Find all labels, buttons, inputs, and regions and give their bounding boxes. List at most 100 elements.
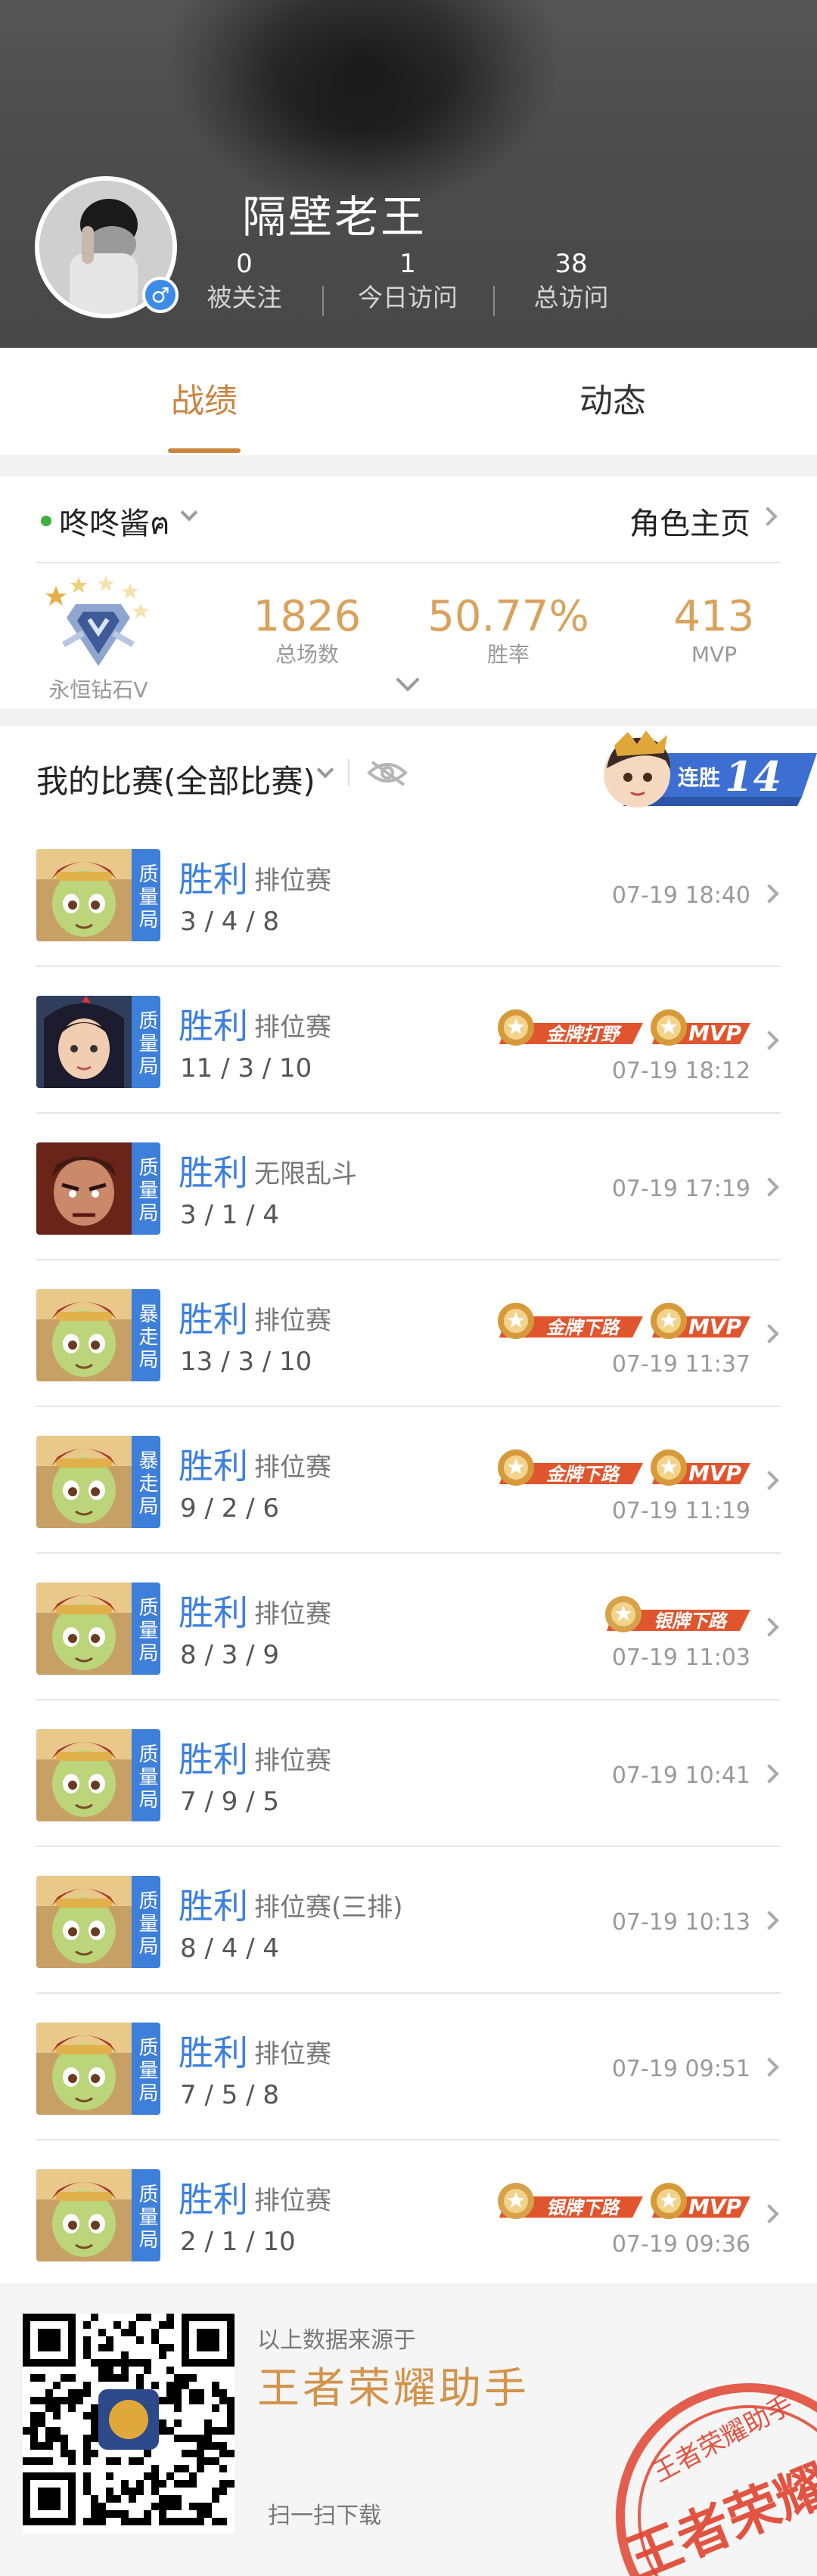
hero-portrait: 质量局 [36, 849, 160, 941]
badge-label: MVP [688, 2194, 742, 2219]
hide-eye-icon[interactable] [366, 758, 408, 788]
match-row[interactable]: 暴走局 胜利 排位赛 13 / 3 / 10 07-19 11:37 MVP 金牌下路 [36, 1260, 781, 1407]
match-result: 胜利 [179, 1592, 248, 1633]
position-medal-badge: 金牌下路 [492, 1446, 643, 1490]
tab-feed[interactable]: 动态 [408, 348, 817, 455]
match-time: 07-19 11:03 [611, 1644, 750, 1671]
active-tab-indicator [168, 448, 241, 453]
match-kda: 2 / 1 / 10 [180, 2227, 296, 2257]
hero-portrait: 质量局 [36, 1729, 160, 1821]
match-mode: 无限乱斗 [254, 1159, 357, 1189]
match-row[interactable]: 质量局 胜利 排位赛 7 / 5 / 8 07-19 09:51 [36, 1994, 781, 2140]
badge-label: 金牌打野 [546, 1024, 623, 1045]
match-quality-tag: 质量局 [132, 1582, 160, 1675]
stat-today-visits[interactable]: 1 今日访问 [328, 248, 487, 316]
stat-label: 今日访问 [358, 283, 458, 312]
hero-portrait: 暴走局 [36, 1289, 160, 1381]
match-mode: 排位赛 [254, 1746, 331, 1776]
match-mode: 排位赛 [254, 2039, 331, 2069]
badge-label: 银牌下路 [546, 2197, 621, 2218]
match-kda: 3 / 1 / 4 [180, 1200, 280, 1230]
stat-divider [322, 286, 324, 316]
chevron-right-icon[interactable] [760, 1031, 779, 1050]
match-filter-selector[interactable]: 我的比赛(全部比赛) [36, 756, 315, 802]
match-row[interactable]: 质量局 胜利 排位赛(三排) 8 / 4 / 4 07-19 10:13 [36, 1847, 781, 1994]
chevron-right-icon[interactable] [758, 507, 778, 526]
role-selector[interactable]: 咚咚酱ฅ [59, 499, 170, 547]
download-qr-code[interactable] [23, 2314, 235, 2533]
chevron-right-icon[interactable] [760, 1324, 779, 1344]
scan-download-text[interactable]: 扫一扫下载 [268, 2497, 381, 2530]
chevron-down-icon[interactable] [180, 504, 198, 522]
badge-label: 银牌下路 [654, 1610, 728, 1632]
role-homepage-link[interactable]: 角色主页 [629, 499, 750, 543]
match-row[interactable]: 质量局 胜利 无限乱斗 3 / 1 / 4 07-19 17:19 [36, 1114, 781, 1260]
chevron-right-icon[interactable] [760, 1177, 779, 1197]
match-row[interactable]: 质量局 胜利 排位赛 7 / 9 / 5 07-19 10:41 [36, 1700, 781, 1847]
match-mode: 排位赛 [254, 1012, 331, 1043]
match-time: 07-19 11:37 [611, 1351, 750, 1378]
data-source-text: 以上数据来源于 [257, 2327, 416, 2354]
match-quality-tag: 质量局 [132, 2023, 160, 2115]
stat-value: 1826 [253, 592, 362, 641]
position-medal-badge: 银牌下路 [599, 1593, 750, 1637]
match-kda: 9 / 2 / 6 [180, 1493, 280, 1524]
stat-label: 胜率 [486, 642, 530, 667]
hero-portrait: 质量局 [36, 1582, 160, 1675]
badge-label: MVP [688, 1461, 742, 1486]
chevron-down-icon[interactable] [316, 761, 334, 779]
match-mode: 排位赛 [254, 1452, 331, 1483]
match-time: 07-19 18:12 [611, 1058, 750, 1084]
divider [348, 759, 349, 786]
match-row[interactable]: 暴走局 胜利 排位赛 9 / 2 / 6 07-19 11:19 MVP 金牌下路 [36, 1407, 781, 1554]
stat-followers[interactable]: 0 被关注 [165, 248, 324, 316]
match-quality-tag: 暴走局 [132, 1436, 160, 1528]
mvp-badge: MVP [645, 1446, 750, 1490]
tab-records[interactable]: 战绩 [0, 348, 408, 455]
match-mode: 排位赛 [254, 866, 331, 896]
stat-label: 总场数 [275, 642, 339, 667]
position-medal-badge: 金牌打野 [492, 1006, 643, 1050]
chevron-right-icon[interactable] [760, 1764, 779, 1784]
badge-label: 金牌下路 [546, 1317, 621, 1338]
chevron-right-icon[interactable] [760, 2057, 779, 2077]
match-result: 胜利 [179, 2179, 248, 2220]
chevron-right-icon[interactable] [760, 1471, 779, 1490]
match-row[interactable]: 质量局 胜利 排位赛 11 / 3 / 10 07-19 18:12 MVP 金牌打野 [36, 967, 781, 1114]
app-stamp-logo: 王者荣耀助手 王者荣耀 [616, 2383, 817, 2576]
chevron-right-icon[interactable] [760, 2204, 779, 2224]
streak-label: 连胜 [678, 765, 720, 790]
match-mode: 排位赛 [254, 2186, 331, 2216]
online-status-dot [41, 516, 51, 526]
stat-value: 50.77% [427, 592, 589, 641]
match-kda: 8 / 3 / 9 [180, 1640, 280, 1670]
chevron-right-icon[interactable] [760, 884, 779, 904]
username: 隔壁老王 [242, 191, 427, 243]
match-kda: 3 / 4 / 8 [180, 907, 280, 937]
hero-portrait: 质量局 [36, 2169, 160, 2261]
match-time: 07-19 10:41 [611, 1762, 750, 1789]
match-time: 07-19 17:19 [611, 1176, 750, 1202]
match-result: 胜利 [179, 1152, 248, 1193]
position-medal-badge: 金牌下路 [492, 1300, 643, 1344]
match-mode: 排位赛 [254, 1599, 331, 1629]
match-result: 胜利 [179, 2032, 248, 2073]
match-time: 07-19 10:13 [611, 1909, 750, 1936]
mvp-stat: 413 MVP [631, 594, 797, 669]
match-row[interactable]: 质量局 胜利 排位赛 2 / 1 / 10 07-19 09:36 MVP 银牌下路 [36, 2140, 781, 2287]
match-row[interactable]: 质量局 胜利 排位赛 8 / 3 / 9 07-19 11:03 银牌下路 [36, 1554, 781, 1700]
match-quality-tag: 质量局 [132, 996, 160, 1088]
stat-label: MVP [691, 642, 738, 667]
match-kda: 13 / 3 / 10 [180, 1347, 312, 1377]
badge-label: 金牌下路 [546, 1464, 621, 1485]
section-divider [0, 455, 817, 476]
chevron-right-icon[interactable] [760, 1911, 779, 1930]
match-row[interactable]: 质量局 胜利 排位赛 3 / 4 / 8 07-19 18:40 [36, 820, 781, 967]
stat-total-visits[interactable]: 38 总访问 [492, 248, 651, 316]
chevron-right-icon[interactable] [760, 1617, 779, 1637]
stat-label: 总访问 [533, 283, 609, 312]
hero-portrait: 暴走局 [36, 1436, 160, 1528]
match-quality-tag: 质量局 [132, 849, 160, 941]
tab-bar: 战绩 动态 [0, 348, 817, 455]
badge-label: MVP [688, 1314, 742, 1339]
